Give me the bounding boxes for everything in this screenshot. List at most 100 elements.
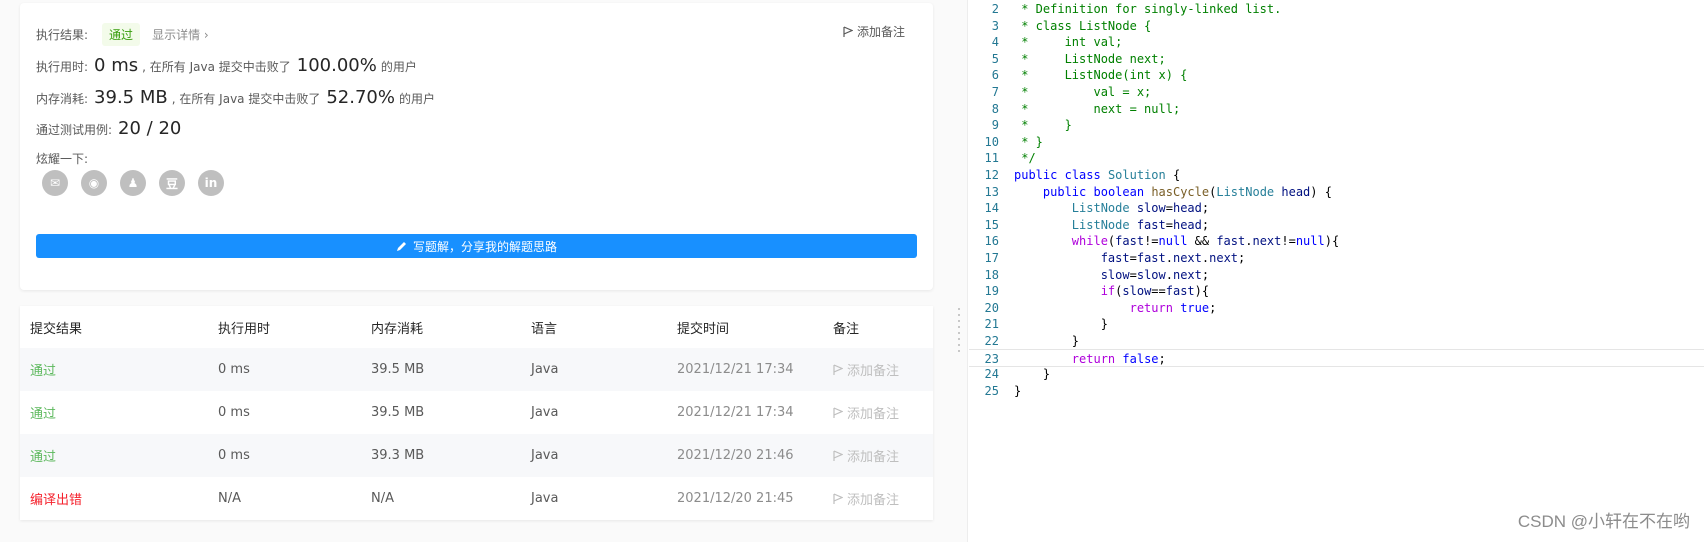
table-row[interactable]: 通过 0 ms 39.3 MB Java 2021/12/20 21:46 添加备注 [20, 434, 933, 477]
douban-icon[interactable]: 豆 [159, 170, 185, 196]
add-note-button[interactable]: 添加备注 [843, 23, 905, 40]
code-text: } [1014, 334, 1080, 348]
weibo-icon[interactable]: ◉ [81, 170, 107, 196]
table-row[interactable]: 编译出错 N/A N/A Java 2021/12/20 21:45 添加备注 [20, 477, 933, 520]
submission-language: Java [531, 448, 559, 463]
add-note-label: 添加备注 [856, 25, 905, 39]
code-text: slow=slow.next; [1100, 267, 1210, 282]
code-line[interactable]: 12 public class Solution { [969, 166, 1704, 184]
submissions-table: 提交结果 执行用时 内存消耗 语言 提交时间 备注 通过 0 ms 39.5 MB J… [20, 306, 933, 520]
share-label: 炫耀一下: [36, 152, 89, 166]
code-editor[interactable]: 2 * Definition for singly-linked list. 3 … [969, 0, 1704, 542]
submission-status[interactable]: 通过 [30, 360, 218, 379]
code-text: } [1014, 383, 1022, 398]
code-line[interactable]: 9 * } [969, 116, 1704, 134]
header-time: 提交时间 [677, 321, 730, 337]
line-number: 8 [991, 101, 999, 116]
code-line[interactable]: 4 * int val; [969, 33, 1704, 51]
resize-handle[interactable] [958, 308, 960, 353]
code-text: } [1014, 317, 1108, 332]
submission-memory: 39.5 MB [371, 405, 425, 420]
add-note-button[interactable]: 添加备注 [833, 489, 899, 508]
code-text: fast=fast.next.next; [1100, 251, 1246, 265]
code-line[interactable]: 7 * val = x; [969, 83, 1704, 101]
add-note-button[interactable]: 添加备注 [833, 446, 899, 465]
code-line[interactable]: 25} [969, 382, 1704, 400]
code-line[interactable]: 2 * Definition for singly-linked list. [969, 0, 1704, 18]
code-text: * class ListNode { [1014, 18, 1152, 33]
line-number: 19 [984, 284, 999, 299]
tests-label: 通过测试用例: [36, 123, 113, 137]
code-line[interactable]: 3 * class ListNode { [969, 17, 1704, 35]
table-header: 提交结果 执行用时 内存消耗 语言 提交时间 备注 [20, 306, 933, 348]
code-line[interactable]: 17 fast=fast.next.next; [969, 249, 1704, 267]
memory-percent: 52.70% [326, 87, 395, 108]
line-number: 18 [984, 267, 999, 282]
code-line[interactable]: 23 return false; [969, 348, 1704, 367]
code-text: * Definition for singly-linked list. [1014, 2, 1282, 16]
table-row[interactable]: 通过 0 ms 39.5 MB Java 2021/12/21 17:34 添加备注 [20, 348, 933, 391]
code-line[interactable]: 24 } [969, 365, 1704, 383]
flag-icon [833, 492, 843, 504]
line-number: 3 [991, 18, 999, 33]
code-text: ListNode slow=head; [1071, 201, 1210, 216]
write-solution-button[interactable]: 写题解，分享我的解题思路 [36, 234, 917, 258]
code-line[interactable]: 21 } [969, 315, 1704, 333]
submission-panel: 执行结果: 通过 显示详情 › 添加备注 执行用时: 0 ms , 在所有 Ja… [0, 0, 948, 542]
flag-icon [833, 406, 843, 418]
runtime-suffix: 的用户 [380, 60, 417, 74]
submission-runtime: 0 ms [218, 448, 250, 463]
submission-time: 2021/12/20 21:46 [677, 448, 794, 463]
submission-memory: 39.3 MB [371, 448, 425, 463]
code-line[interactable]: 18 slow=slow.next; [969, 266, 1704, 284]
add-note-button[interactable]: 添加备注 [833, 403, 899, 422]
code-line[interactable]: 6 * ListNode(int x) { [969, 66, 1704, 84]
code-line[interactable]: 13 public boolean hasCycle(ListNode head… [969, 183, 1704, 201]
result-card: 执行结果: 通过 显示详情 › 添加备注 执行用时: 0 ms , 在所有 Ja… [20, 3, 933, 290]
code-line[interactable]: 5 * ListNode next; [969, 50, 1704, 68]
share-row: 炫耀一下: [36, 150, 88, 167]
code-line[interactable]: 15 ListNode fast=head; [969, 216, 1704, 234]
result-label: 执行结果: [36, 28, 89, 42]
submission-status[interactable]: 通过 [30, 403, 218, 422]
qq-icon[interactable]: ♟ [120, 170, 146, 196]
submission-time: 2021/12/21 17:34 [677, 405, 794, 420]
line-number: 14 [984, 201, 999, 216]
submission-status[interactable]: 编译出错 [30, 489, 218, 508]
line-number: 9 [991, 118, 999, 133]
share-icons: ✉ ◉ ♟ 豆 in [42, 170, 224, 196]
submission-status[interactable]: 通过 [30, 446, 218, 465]
tests-row: 通过测试用例: 20 / 20 [36, 118, 185, 139]
code-line[interactable]: 16 while(fast!=null && fast.next!=null){ [969, 232, 1704, 250]
code-line[interactable]: 20 return true; [969, 299, 1704, 317]
memory-suffix: 的用户 [398, 92, 435, 106]
linkedin-icon[interactable]: in [198, 170, 224, 196]
line-number: 12 [984, 168, 999, 182]
wechat-icon[interactable]: ✉ [42, 170, 68, 196]
memory-text: , 在所有 Java 提交中击败了 [171, 92, 321, 106]
header-language: 语言 [531, 321, 558, 337]
header-runtime: 执行用时 [218, 321, 271, 337]
code-line[interactable]: 8 * next = null; [969, 100, 1704, 118]
memory-value: 39.5 MB [94, 87, 168, 108]
code-text: * } [1014, 118, 1072, 133]
code-line[interactable]: 19 if(slow==fast){ [969, 282, 1704, 300]
header-status: 提交结果 [30, 321, 83, 337]
code-line[interactable]: 14 ListNode slow=head; [969, 199, 1704, 217]
code-line[interactable]: 10 * } [969, 133, 1704, 151]
code-line[interactable]: 11 */ [969, 149, 1704, 167]
table-row[interactable]: 通过 0 ms 39.5 MB Java 2021/12/21 17:34 添加备注 [20, 391, 933, 434]
add-note-button[interactable]: 添加备注 [833, 360, 899, 379]
line-number: 25 [984, 383, 999, 398]
line-number: 13 [984, 184, 999, 199]
submission-language: Java [531, 405, 559, 420]
header-note: 备注 [833, 321, 860, 337]
line-number: 6 [991, 68, 999, 83]
show-details-link[interactable]: 显示详情 › [152, 26, 209, 43]
code-text: public class Solution { [1014, 168, 1181, 182]
line-number: 11 [984, 151, 999, 166]
submission-runtime: 0 ms [218, 405, 250, 420]
submission-runtime: N/A [218, 491, 241, 506]
code-line[interactable]: 22 } [969, 332, 1704, 350]
submission-time: 2021/12/20 21:45 [677, 491, 794, 506]
